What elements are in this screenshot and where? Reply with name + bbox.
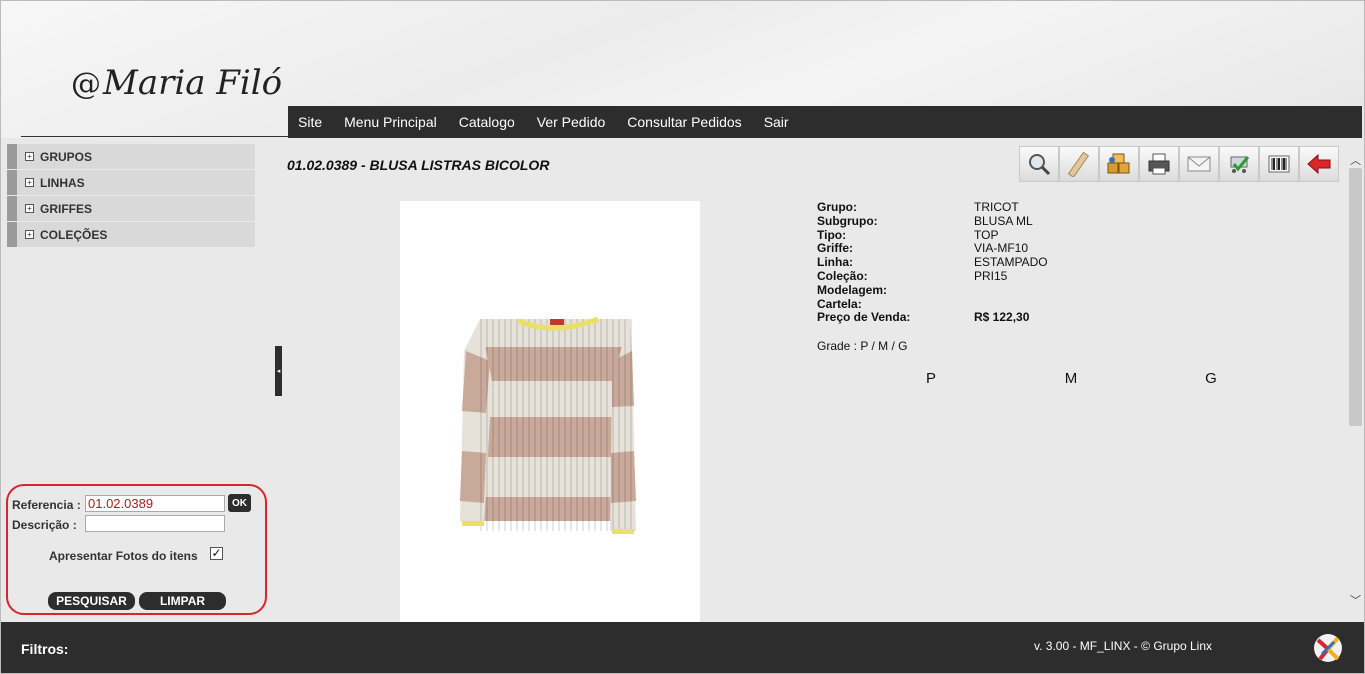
brand-logo[interactable]: @Maria Filó	[71, 63, 282, 103]
detail-value: PRI15	[974, 268, 1008, 283]
size-p: P	[925, 370, 936, 387]
expand-icon: +	[25, 230, 34, 239]
nav-sair[interactable]: Sair	[764, 114, 789, 130]
logo-swirl-icon: @	[71, 67, 101, 102]
show-photos-label: Apresentar Fotos do itens	[49, 549, 198, 563]
sidebar-item-grupos[interactable]: + GRUPOS	[7, 144, 255, 169]
description-label: Descrição :	[12, 518, 77, 532]
detail-key: Tipo:	[817, 227, 847, 242]
sweater-image	[460, 316, 636, 534]
app-window: @Maria Filó Site Menu Principal Catalogo…	[0, 0, 1365, 674]
sidebar-collapse-handle[interactable]: ◂	[275, 346, 282, 396]
description-input[interactable]	[85, 515, 225, 532]
header: @Maria Filó Site Menu Principal Catalogo…	[1, 1, 1364, 138]
clear-button[interactable]: LIMPAR	[139, 592, 226, 610]
print-button[interactable]	[1139, 146, 1179, 182]
size-grade: Grade : P / M / G	[817, 339, 908, 353]
magnifier-icon	[1029, 154, 1051, 176]
show-photos-checkbox[interactable]: ✓	[210, 547, 223, 560]
expand-icon: +	[25, 204, 34, 213]
linx-logo-icon	[1314, 634, 1342, 662]
nav-catalogo[interactable]: Catalogo	[459, 114, 515, 130]
size-m: M	[1064, 370, 1078, 387]
detail-key: Preço de Venda:	[817, 310, 911, 325]
ok-button[interactable]: OK	[228, 494, 251, 512]
detail-row-griffe: Griffe: VIA-MF10	[817, 242, 1048, 256]
expand-icon: +	[25, 178, 34, 187]
detail-row-modelagem: Modelagem:	[817, 282, 1048, 298]
scroll-thumb[interactable]	[1349, 168, 1362, 426]
nav-menu-principal[interactable]: Menu Principal	[344, 114, 437, 130]
expand-icon: +	[25, 152, 34, 161]
sidebar-item-linhas[interactable]: + LINHAS	[7, 170, 255, 195]
reference-input[interactable]	[85, 495, 225, 512]
detail-key: Subgrupo:	[817, 213, 878, 228]
detail-value: TRICOT	[974, 200, 1019, 214]
logo-text: Maria Filó	[103, 63, 283, 103]
detail-row-tipo: Tipo: TOP	[817, 227, 1048, 243]
printer-icon	[1148, 153, 1170, 175]
footer: Filtros: v. 3.00 - MF_LINX - © Grupo Lin…	[1, 622, 1364, 673]
product-title: 01.02.0389 - BLUSA LISTRAS BICOLOR	[287, 157, 550, 173]
nav-ver-pedido[interactable]: Ver Pedido	[537, 114, 606, 130]
detail-value: BLUSA ML	[974, 213, 1033, 228]
add-to-cart-button[interactable]	[1219, 146, 1259, 182]
cart-check-icon	[1230, 156, 1250, 173]
sidebar-item-label: COLEÇÕES	[40, 227, 108, 242]
nav-site[interactable]: Site	[298, 114, 322, 130]
sidebar: + GRUPOS + LINHAS + GRIFFES + COLEÇÕES	[7, 144, 255, 248]
detail-key: Linha:	[817, 255, 853, 270]
sidebar-item-label: LINHAS	[40, 175, 85, 190]
detail-key: Cartela:	[817, 296, 862, 311]
detail-row-colecao: Coleção: PRI15	[817, 268, 1048, 284]
back-arrow-icon	[1307, 153, 1331, 175]
sidebar-item-griffes[interactable]: + GRIFFES	[7, 196, 255, 221]
mail-icon	[1187, 156, 1211, 172]
detail-value: VIA-MF10	[974, 241, 1029, 256]
product-photo[interactable]	[400, 201, 700, 622]
detail-row-linha: Linha: ESTAMPADO	[817, 255, 1048, 270]
scroll-down-icon[interactable]: ﹀	[1347, 591, 1364, 608]
sidebar-item-colecoes[interactable]: + COLEÇÕES	[7, 222, 255, 247]
search-button[interactable]	[1019, 146, 1059, 182]
sidebar-item-label: GRUPOS	[40, 149, 93, 164]
detail-row-grupo: Grupo: TRICOT	[817, 200, 1048, 215]
search-panel: Referencia : OK Descrição : Apresentar F…	[6, 484, 267, 615]
size-headers: P M G	[901, 370, 1241, 387]
logo-divider	[21, 136, 288, 137]
product-toolbar	[1019, 146, 1339, 182]
ruler-icon	[1067, 151, 1090, 177]
barcode-icon	[1268, 155, 1290, 173]
detail-key: Griffe:	[817, 241, 853, 256]
detail-key: Coleção:	[817, 268, 868, 283]
vertical-scrollbar[interactable]: ︿ ﹀	[1347, 151, 1364, 611]
price-value: R$ 122,30	[974, 310, 1030, 325]
detail-key: Modelagem:	[817, 282, 888, 297]
detail-value: TOP	[974, 227, 999, 242]
chevron-left-icon: ◂	[276, 368, 281, 375]
stock-button[interactable]	[1099, 146, 1139, 182]
reference-label: Referencia :	[12, 498, 81, 512]
measure-button[interactable]	[1059, 146, 1099, 182]
sidebar-item-label: GRIFFES	[40, 201, 93, 216]
version-text: v. 3.00 - MF_LINX - © Grupo Linx	[1034, 639, 1213, 653]
email-button[interactable]	[1179, 146, 1219, 182]
detail-row-cartela: Cartela:	[817, 296, 1048, 312]
filters-label: Filtros:	[21, 641, 69, 657]
size-g: G	[1205, 370, 1217, 387]
main-nav: Site Menu Principal Catalogo Ver Pedido …	[288, 106, 1362, 138]
detail-row-preco: Preço de Venda: R$ 122,30	[817, 311, 1048, 325]
detail-value: ESTAMPADO	[974, 255, 1048, 270]
back-button[interactable]	[1299, 146, 1339, 182]
detail-key: Grupo:	[817, 200, 857, 214]
product-details: Grupo: TRICOT Subgrupo: BLUSA ML Tipo: TOP …	[817, 200, 1048, 325]
search-button[interactable]: PESQUISAR	[48, 592, 135, 610]
detail-row-subgrupo: Subgrupo: BLUSA ML	[817, 213, 1048, 229]
boxes-icon	[1107, 153, 1130, 174]
nav-consultar-pedidos[interactable]: Consultar Pedidos	[627, 114, 741, 130]
scroll-up-icon[interactable]: ︿	[1347, 151, 1364, 168]
barcode-button[interactable]	[1259, 146, 1299, 182]
